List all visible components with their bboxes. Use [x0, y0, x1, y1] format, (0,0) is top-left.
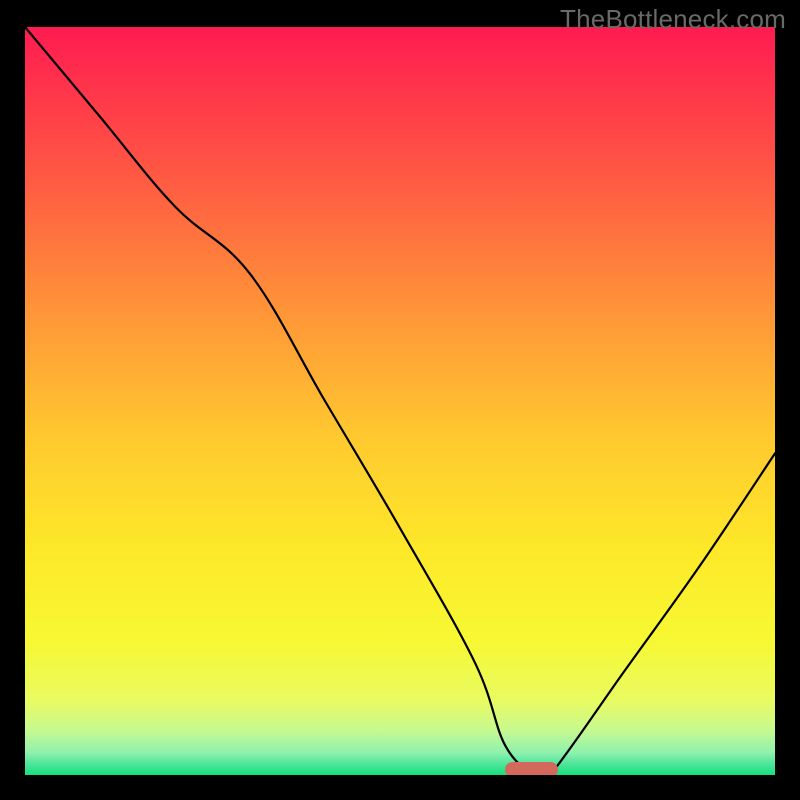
watermark-text: TheBottleneck.com: [560, 4, 786, 35]
optimum-marker: [505, 762, 558, 775]
bottleneck-curve: [25, 27, 775, 775]
chart-plot-area: [25, 27, 775, 775]
